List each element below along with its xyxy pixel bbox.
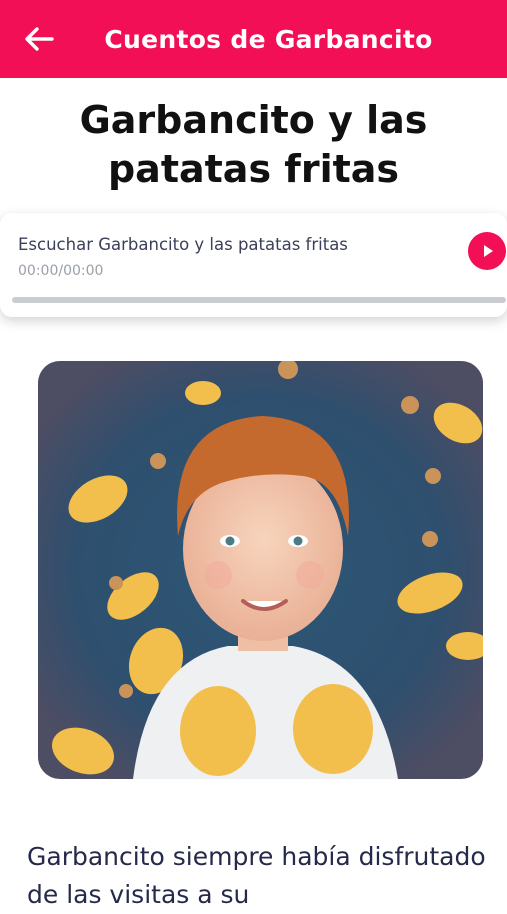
story-illustration <box>38 361 483 779</box>
app-title: Cuentos de Garbancito <box>104 24 433 54</box>
audio-progress-bar[interactable] <box>12 297 506 303</box>
boy-with-chips-image <box>38 361 483 779</box>
audio-time: 00:00/00:00 <box>18 263 104 279</box>
story-paragraph: Garbancito siempre había disfrutado de l… <box>27 842 486 909</box>
arrow-left-icon <box>25 27 54 51</box>
audio-player-label: Escuchar Garbancito y las patatas fritas <box>18 235 348 254</box>
play-icon <box>484 245 493 257</box>
play-button[interactable] <box>468 232 506 270</box>
back-button[interactable] <box>22 24 56 54</box>
app-bar: Cuentos de Garbancito <box>0 0 507 78</box>
story-title: Garbancito y las patatas fritas <box>79 98 428 191</box>
